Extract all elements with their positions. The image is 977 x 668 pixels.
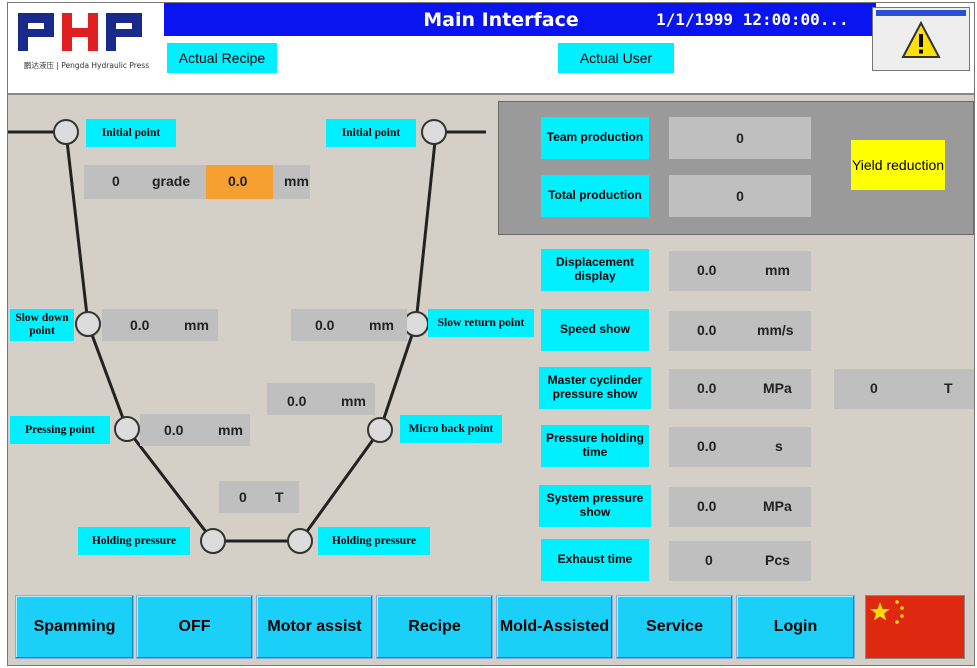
total-production-label: Total production (541, 175, 649, 217)
exhaust-time-unit: Pcs (765, 552, 790, 568)
initial-point-right-node (421, 119, 447, 145)
yield-reduction-button[interactable]: Yield reduction (850, 139, 946, 191)
china-flag-icon[interactable] (865, 595, 965, 659)
tonnage-extra-unit: T (944, 380, 953, 396)
hmi-screen: 鹏达液压 | Pengda Hydraulic Press Main Inter… (7, 2, 975, 666)
initial-point-right-label: Initial point (326, 119, 416, 147)
team-production-value: 0 (669, 117, 811, 159)
exhaust-time-label: Exhaust time (541, 539, 649, 581)
pressing-unit: mm (218, 422, 243, 438)
slow-return-point-label: Slow return point (428, 309, 534, 337)
pressing-point-label: Pressing point (10, 416, 110, 444)
pressure-holding-time-value-box: 0.0 s (669, 427, 811, 467)
holding-pressure-right-label: Holding pressure (318, 527, 430, 555)
holding-pressure-left-label: Holding pressure (78, 527, 190, 555)
spamming-button[interactable]: Spamming (15, 595, 134, 659)
micro-back-point-node (367, 417, 393, 443)
slow-down-unit: mm (184, 317, 209, 333)
service-button[interactable]: Service (616, 595, 733, 659)
mold-assisted-button[interactable]: Mold-Assisted (496, 595, 613, 659)
displacement-display-label: Displacement display (541, 249, 649, 291)
master-cylinder-pressure-value: 0.0 (697, 380, 717, 396)
slow-down-value: 0.0 (130, 317, 150, 333)
tonnage-extra-value: 0 (870, 380, 878, 396)
exhaust-time-value-box: 0 Pcs (669, 541, 811, 581)
exhaust-time-value: 0 (705, 552, 713, 568)
master-cylinder-pressure-label: Master cyclinder pressure show (539, 367, 651, 409)
micro-back-value: 0.0 (287, 393, 307, 409)
recipe-button[interactable]: Recipe (376, 595, 493, 659)
speed-value: 0.0 (697, 322, 717, 338)
motor-assist-button[interactable]: Motor assist (256, 595, 373, 659)
press-cycle-diagram (8, 130, 486, 543)
total-production-value: 0 (669, 175, 811, 217)
grade-label: grade (152, 173, 191, 189)
speed-unit: mm/s (757, 322, 794, 338)
team-production-label: Team production (541, 117, 649, 159)
system-pressure-value-box: 0.0 MPa (669, 487, 811, 527)
grade-value: 0 (112, 173, 120, 189)
initial-point-left-node (53, 119, 79, 145)
grade-mm-unit: mm (284, 173, 309, 189)
tonnage-unit: T (275, 489, 284, 505)
pressure-holding-time-unit: s (775, 438, 783, 454)
pressing-point-node (114, 416, 140, 442)
master-cylinder-pressure-value-box: 0.0 MPa (669, 369, 811, 409)
off-button[interactable]: OFF (136, 595, 253, 659)
pressure-holding-time-value: 0.0 (697, 438, 717, 454)
displacement-value: 0.0 (697, 262, 717, 278)
slow-down-value-box[interactable]: 0.0 mm (102, 309, 218, 341)
login-button[interactable]: Login (736, 595, 855, 659)
slow-return-value-box[interactable]: 0.0 mm (291, 309, 407, 341)
speed-show-label: Speed show (541, 309, 649, 351)
micro-back-value-box[interactable]: 0.0 mm (267, 383, 375, 415)
holding-pressure-left-node (200, 528, 226, 554)
system-pressure-unit: MPa (763, 498, 792, 514)
holding-pressure-right-node (287, 528, 313, 554)
tonnage-extra-value-box: 0 T (834, 369, 974, 409)
micro-back-unit: mm (341, 393, 366, 409)
pressing-value-box[interactable]: 0.0 mm (140, 414, 250, 446)
slow-return-value: 0.0 (315, 317, 335, 333)
slow-down-point-label: Slow down point (10, 309, 74, 341)
slow-down-point-node (75, 311, 101, 337)
grade-mm-value: 0.0 (228, 173, 248, 189)
displacement-unit: mm (765, 262, 790, 278)
pressure-holding-time-label: Pressure holding time (541, 425, 649, 467)
displacement-display-value-box: 0.0 mm (669, 251, 811, 291)
slow-return-unit: mm (369, 317, 394, 333)
master-cylinder-pressure-unit: MPa (763, 380, 792, 396)
tonnage-value-box[interactable]: 0 T (219, 481, 299, 513)
tonnage-value: 0 (239, 489, 247, 505)
speed-show-value-box: 0.0 mm/s (669, 311, 811, 351)
grade-input-box[interactable]: 0 grade 0.0 mm (84, 165, 310, 199)
pressing-value: 0.0 (164, 422, 184, 438)
system-pressure-value: 0.0 (697, 498, 717, 514)
system-pressure-show-label: System pressure show (539, 485, 651, 527)
initial-point-left-label: Initial point (86, 119, 176, 147)
micro-back-point-label: Micro back point (400, 415, 502, 443)
